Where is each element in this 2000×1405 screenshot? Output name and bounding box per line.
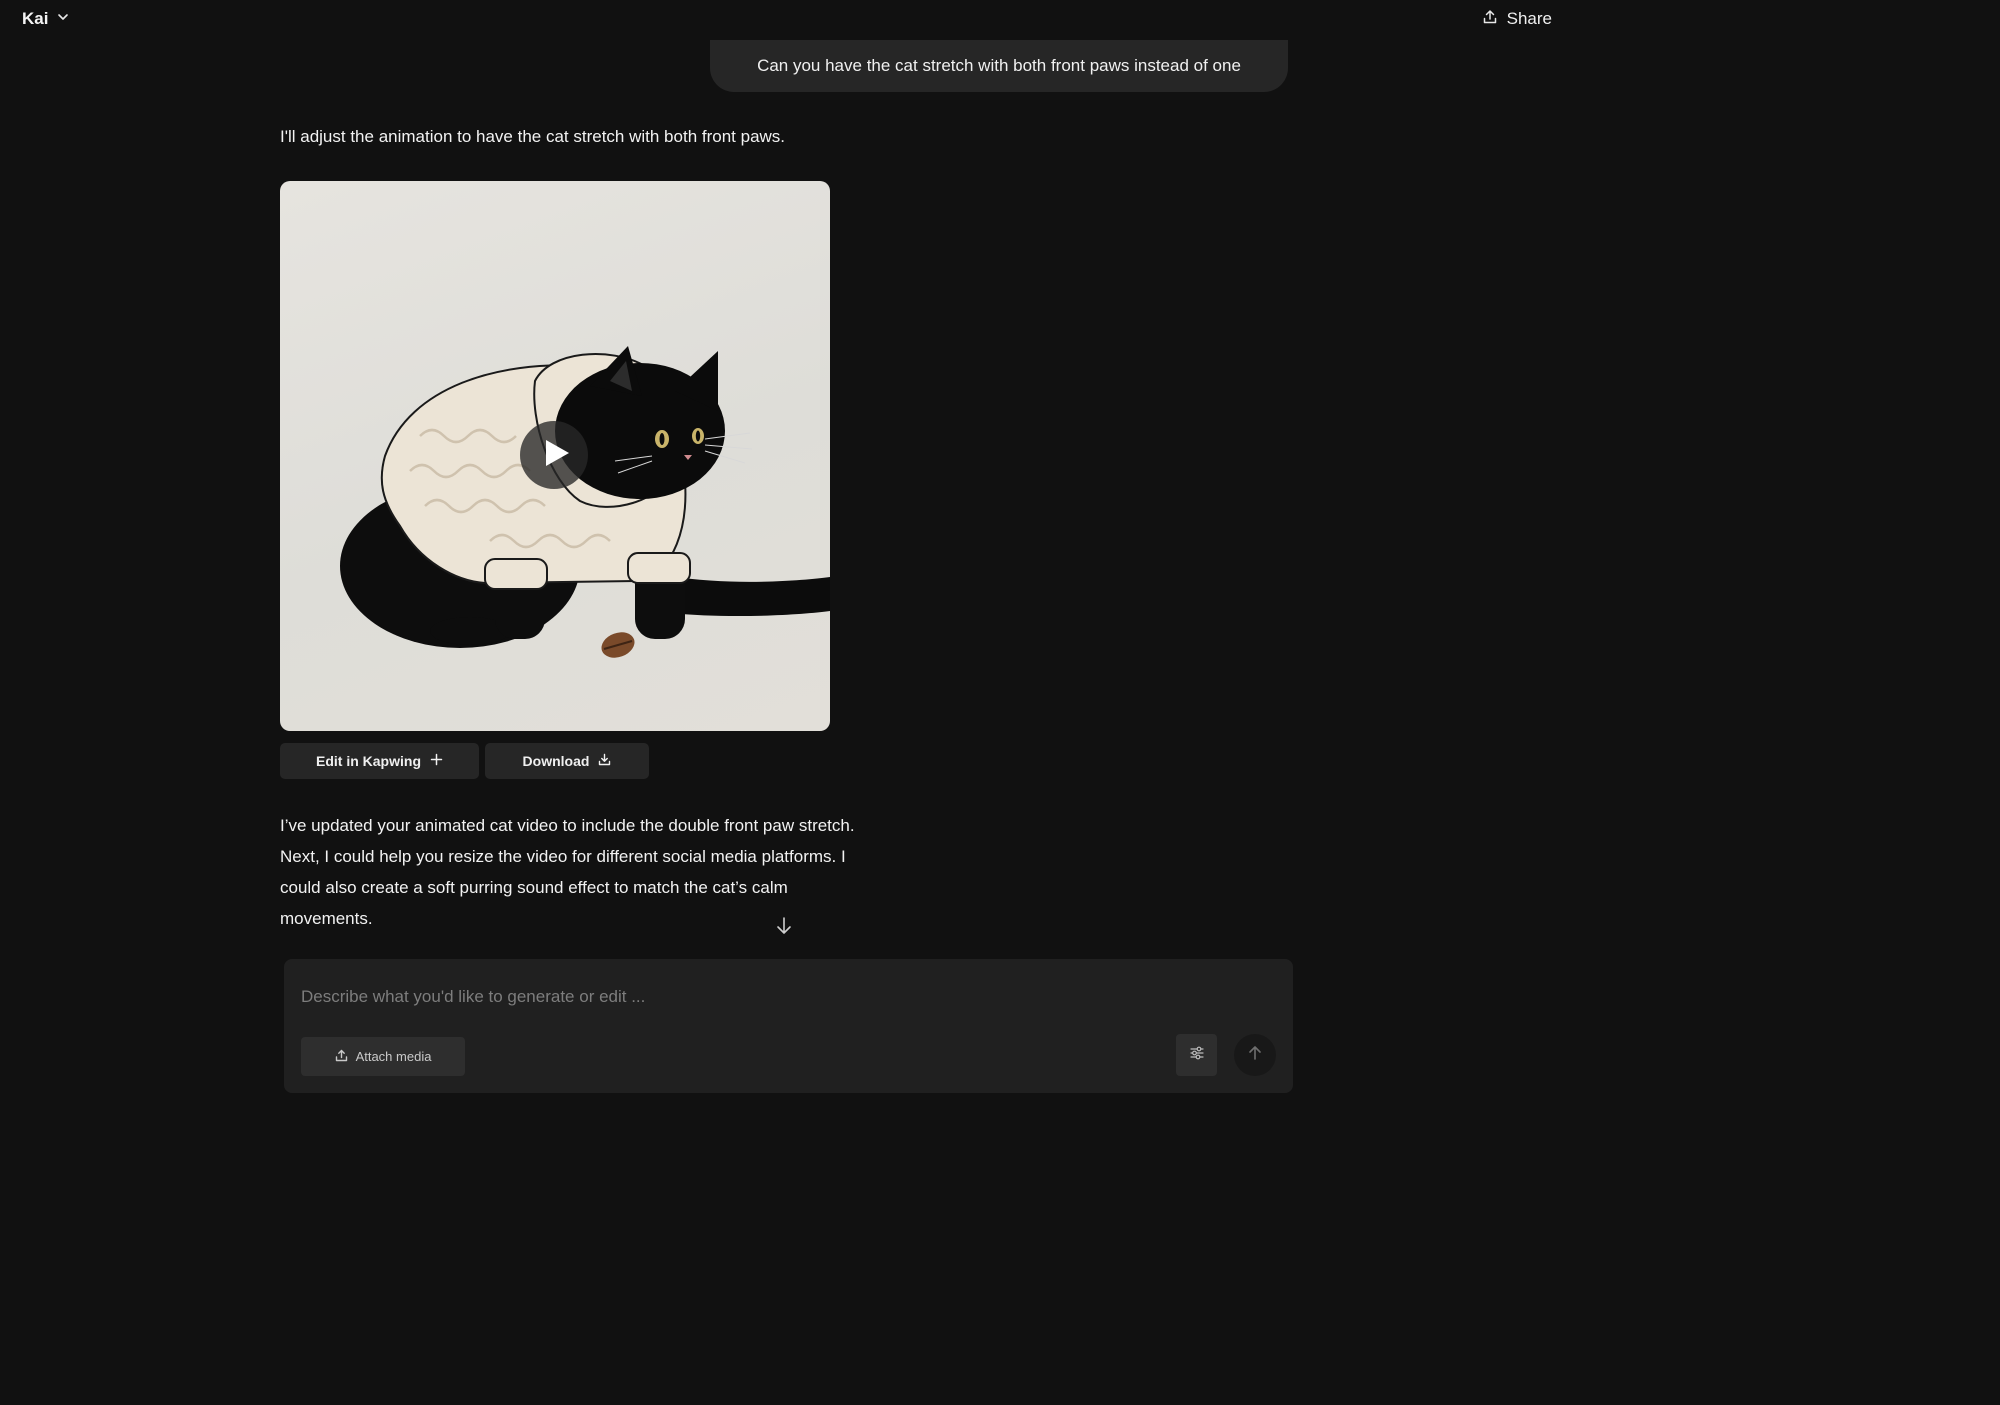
assistant-reply: I’ve updated your animated cat video to … <box>280 810 920 934</box>
send-button[interactable] <box>1234 1034 1276 1076</box>
user-message-bubble: Can you have the cat stretch with both f… <box>710 40 1288 92</box>
model-switcher[interactable]: Kai <box>22 6 70 32</box>
play-icon <box>537 438 572 473</box>
model-name: Kai <box>22 9 49 28</box>
play-button[interactable] <box>520 421 588 489</box>
prompt-input[interactable] <box>284 959 1293 1019</box>
share-button[interactable]: Share <box>1482 6 1552 32</box>
upload-icon <box>335 1049 348 1065</box>
download-label: Download <box>522 753 590 769</box>
chevron-down-icon <box>56 9 70 29</box>
generation-settings-button[interactable] <box>1176 1034 1217 1076</box>
edit-label: Edit in Kapwing <box>316 753 421 769</box>
assistant-intro-text: I'll adjust the animation to have the ca… <box>280 127 786 146</box>
share-upload-icon <box>1482 9 1498 30</box>
attach-media-button[interactable]: Attach media <box>301 1037 465 1076</box>
scroll-to-bottom-button[interactable] <box>774 916 794 936</box>
sliders-icon <box>1189 1045 1205 1066</box>
chat-page: Kai Share Can you have the cat stretch w… <box>0 0 1568 1102</box>
composer: Attach media <box>284 959 1293 1093</box>
attach-media-label: Attach media <box>355 1049 432 1064</box>
share-label: Share <box>1506 9 1552 28</box>
download-button[interactable]: Download <box>485 743 649 779</box>
reply-line: movements. <box>280 909 373 928</box>
plus-icon <box>430 753 443 769</box>
reply-line: could also create a soft purring sound e… <box>280 878 788 897</box>
user-message-text: Can you have the cat stretch with both f… <box>757 56 1241 75</box>
arrow-down-icon <box>774 917 794 940</box>
download-icon <box>598 753 611 769</box>
reply-line: I’ve updated your animated cat video to … <box>280 816 855 835</box>
arrow-up-icon <box>1247 1045 1263 1066</box>
edit-in-kapwing-button[interactable]: Edit in Kapwing <box>280 743 479 779</box>
reply-line: Next, I could help you resize the video … <box>280 847 846 866</box>
video-preview[interactable] <box>280 181 830 731</box>
